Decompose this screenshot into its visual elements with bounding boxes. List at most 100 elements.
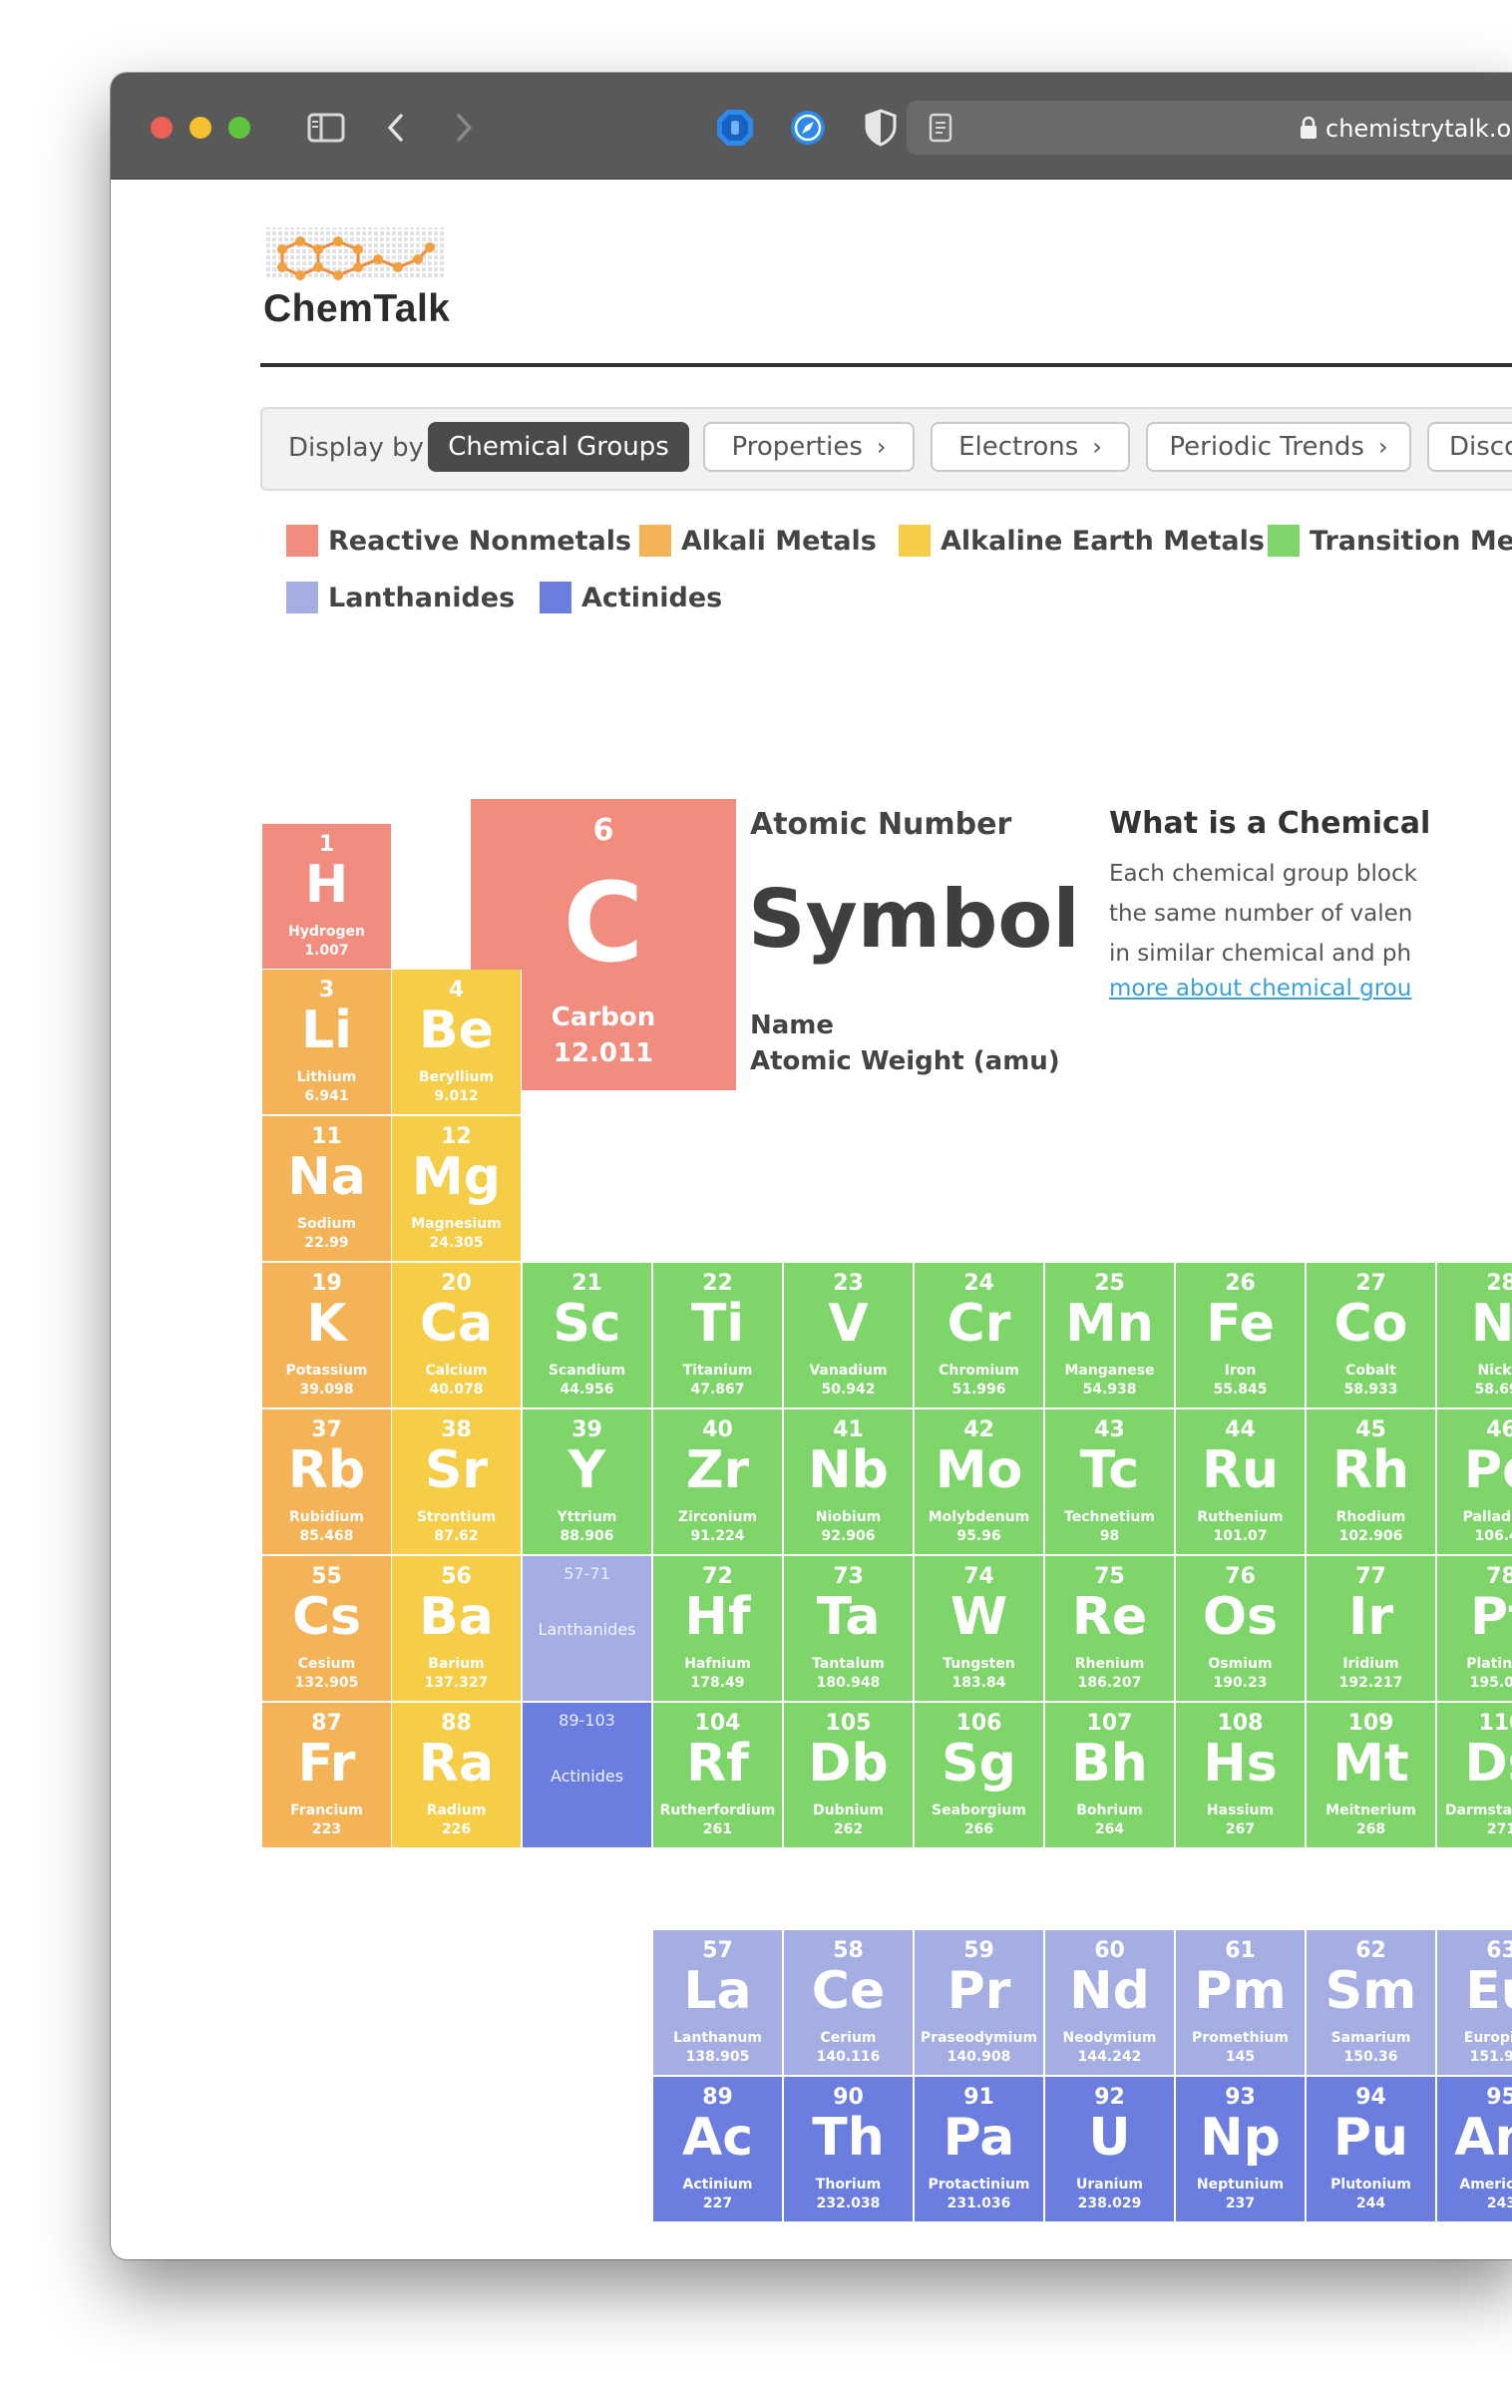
element-tile-thorium[interactable]: 90 Th Thorium 232.038 — [784, 2077, 914, 2222]
element-name: Barium — [428, 1656, 485, 1672]
element-tile-nickel[interactable]: 28NiNickel58.693 — [1437, 1263, 1512, 1408]
element-tile-sodium[interactable]: 11 Na Sodium 22.99 — [262, 1116, 392, 1262]
element-name: Rutherfordium — [659, 1803, 776, 1818]
element-tile-titanium[interactable]: 22 Ti Titanium 47.867 — [653, 1263, 783, 1408]
element-tile-tantalum[interactable]: 73 Ta Tantalum 180.948 — [784, 1556, 914, 1702]
element-tile-technetium[interactable]: 43 Tc Technetium 98 — [1045, 1409, 1175, 1555]
element-tile-seaborgium[interactable]: 106 Sg Seaborgium 266 — [915, 1703, 1044, 1848]
atomic-weight: 106.42 — [1474, 1528, 1512, 1544]
more-about-link[interactable]: more about chemical grou — [1109, 976, 1411, 1002]
element-tile-hafnium[interactable]: 72 Hf Hafnium 178.49 — [653, 1556, 783, 1702]
element-tile-iron[interactable]: 26 Fe Iron 55.845 — [1176, 1263, 1306, 1408]
legend-reactive-nonmetals[interactable]: Reactive Nonmetals — [286, 524, 631, 558]
element-tile-manganese[interactable]: 25 Mn Manganese 54.938 — [1045, 1263, 1175, 1408]
element-name: Molybdenum — [928, 1509, 1030, 1525]
privacy-report-icon[interactable] — [715, 108, 755, 148]
close-window-button[interactable] — [151, 117, 173, 139]
element-tile-europium[interactable]: 63EuEuropium151.964 — [1437, 1930, 1512, 2076]
compass-icon[interactable] — [788, 108, 828, 148]
element-tile-zirconium[interactable]: 40 Zr Zirconium 91.224 — [653, 1409, 783, 1555]
element-tile-darmstadtium[interactable]: 110DsDarmstadtium271 — [1437, 1703, 1512, 1848]
element-name: Rhenium — [1074, 1656, 1145, 1672]
atomic-weight: 102.906 — [1338, 1528, 1403, 1544]
element-name: Hassium — [1206, 1803, 1275, 1818]
element-tile-ruthenium[interactable]: 44 Ru Ruthenium 101.07 — [1176, 1409, 1306, 1555]
legend-actinides[interactable]: Actinides — [540, 581, 722, 614]
electrons-button[interactable]: Electrons › — [931, 422, 1130, 472]
address-bar[interactable]: chemistrytalk.org — [907, 101, 1512, 155]
element-tile-strontium[interactable]: 38 Sr Strontium 87.62 — [392, 1409, 522, 1555]
element-tile-scandium[interactable]: 21 Sc Scandium 44.956 — [523, 1263, 652, 1408]
element-tile-plutonium[interactable]: 94 Pu Plutonium 244 — [1307, 2077, 1436, 2222]
element-tile-platinum[interactable]: 78PtPlatinum195.084 — [1437, 1556, 1512, 1702]
element-symbol: Pa — [943, 2108, 1015, 2168]
element-tile-uranium[interactable]: 92 U Uranium 238.029 — [1045, 2077, 1175, 2222]
shield-icon[interactable] — [861, 108, 901, 148]
placeholder-tile-actinides[interactable]: 89-103 Actinides — [523, 1703, 652, 1848]
chemical-groups-button[interactable]: Chemical Groups — [428, 422, 689, 472]
atomic-weight: 98 — [1099, 1528, 1120, 1544]
element-tile-cesium[interactable]: 55 Cs Cesium 132.905 — [262, 1556, 392, 1702]
element-tile-cerium[interactable]: 58 Ce Cerium 140.116 — [784, 1930, 914, 2076]
element-tile-promethium[interactable]: 61 Pm Promethium 145 — [1176, 1930, 1306, 2076]
element-tile-rhodium[interactable]: 45 Rh Rhodium 102.906 — [1307, 1409, 1436, 1555]
element-tile-magnesium[interactable]: 12 Mg Magnesium 24.305 — [392, 1116, 522, 1262]
element-tile-hydrogen[interactable]: 1 H Hydrogen 1.007 — [262, 824, 392, 970]
element-name: Actinium — [682, 2177, 753, 2193]
element-tile-rubidium[interactable]: 37 Rb Rubidium 85.468 — [262, 1409, 392, 1555]
element-symbol: Ds — [1464, 1734, 1512, 1794]
element-tile-chromium[interactable]: 24 Cr Chromium 51.996 — [915, 1263, 1044, 1408]
element-symbol: Pu — [1332, 2108, 1409, 2168]
properties-button[interactable]: Properties › — [703, 422, 915, 472]
element-tile-actinium[interactable]: 89 Ac Actinium 227 — [653, 2077, 783, 2222]
element-tile-palladium[interactable]: 46PdPalladium106.42 — [1437, 1409, 1512, 1555]
element-tile-bohrium[interactable]: 107 Bh Bohrium 264 — [1045, 1703, 1175, 1848]
element-tile-beryllium[interactable]: 4 Be Beryllium 9.012 — [392, 970, 522, 1115]
element-tile-lithium[interactable]: 3 Li Lithium 6.941 — [262, 970, 392, 1115]
element-tile-hassium[interactable]: 108 Hs Hassium 267 — [1176, 1703, 1306, 1848]
periodic-trends-button[interactable]: Periodic Trends › — [1146, 422, 1411, 472]
element-tile-rutherfordium[interactable]: 104 Rf Rutherfordium 261 — [653, 1703, 783, 1848]
element-tile-neptunium[interactable]: 93 Np Neptunium 237 — [1176, 2077, 1306, 2222]
element-tile-tungsten[interactable]: 74 W Tungsten 183.84 — [915, 1556, 1044, 1702]
legend-alkali-metals[interactable]: Alkali Metals — [639, 524, 877, 558]
atomic-weight: 24.305 — [429, 1235, 484, 1251]
forward-icon[interactable] — [444, 108, 484, 148]
element-tile-praseodymium[interactable]: 59 Pr Praseodymium 140.908 — [915, 1930, 1044, 2076]
element-tile-potassium[interactable]: 19 K Potassium 39.098 — [262, 1263, 392, 1408]
element-name: Protactinium — [928, 2177, 1030, 2193]
element-tile-yttrium[interactable]: 39 Y Yttrium 88.906 — [523, 1409, 652, 1555]
element-tile-niobium[interactable]: 41 Nb Niobium 92.906 — [784, 1409, 914, 1555]
element-name: Americium — [1459, 2177, 1512, 2193]
element-tile-protactinium[interactable]: 91 Pa Protactinium 231.036 — [915, 2077, 1044, 2222]
element-tile-cobalt[interactable]: 27 Co Cobalt 58.933 — [1307, 1263, 1436, 1408]
element-tile-dubnium[interactable]: 105 Db Dubnium 262 — [784, 1703, 914, 1848]
sidebar-icon[interactable] — [306, 108, 346, 148]
element-tile-iridium[interactable]: 77 Ir Iridium 192.217 — [1307, 1556, 1436, 1702]
element-tile-barium[interactable]: 56 Ba Barium 137.327 — [392, 1556, 522, 1702]
element-tile-neodymium[interactable]: 60 Nd Neodymium 144.242 — [1045, 1930, 1175, 2076]
placeholder-tile-lanthanides[interactable]: 57-71 Lanthanides — [523, 1556, 652, 1702]
minimize-window-button[interactable] — [189, 117, 211, 139]
legend-alkaline-earth-metals[interactable]: Alkaline Earth Metals — [899, 524, 1265, 558]
back-icon[interactable] — [376, 108, 416, 148]
element-tile-rhenium[interactable]: 75 Re Rhenium 186.207 — [1045, 1556, 1175, 1702]
element-symbol: Bh — [1071, 1734, 1148, 1794]
element-tile-osmium[interactable]: 76 Os Osmium 190.23 — [1176, 1556, 1306, 1702]
element-tile-americium[interactable]: 95AmAmericium243 — [1437, 2077, 1512, 2222]
element-tile-calcium[interactable]: 20 Ca Calcium 40.078 — [392, 1263, 522, 1408]
element-tile-samarium[interactable]: 62 Sm Samarium 150.36 — [1307, 1930, 1436, 2076]
legend-transition-metals[interactable]: Transition Metals — [1268, 524, 1512, 558]
element-tile-meitnerium[interactable]: 109 Mt Meitnerium 268 — [1307, 1703, 1436, 1848]
series-label: Lanthanides — [538, 1620, 636, 1639]
element-tile-vanadium[interactable]: 23 V Vanadium 50.942 — [784, 1263, 914, 1408]
element-tile-molybdenum[interactable]: 42 Mo Molybdenum 95.96 — [915, 1409, 1044, 1555]
atomic-weight: 58.693 — [1474, 1382, 1512, 1398]
reader-icon[interactable] — [929, 113, 952, 147]
zoom-window-button[interactable] — [228, 117, 250, 139]
element-tile-radium[interactable]: 88 Ra Radium 226 — [392, 1703, 522, 1848]
element-tile-francium[interactable]: 87 Fr Francium 223 — [262, 1703, 392, 1848]
discover-button[interactable]: Disco — [1427, 422, 1512, 472]
legend-lanthanides[interactable]: Lanthanides — [286, 581, 515, 614]
element-tile-lanthanum[interactable]: 57 La Lanthanum 138.905 — [653, 1930, 783, 2076]
